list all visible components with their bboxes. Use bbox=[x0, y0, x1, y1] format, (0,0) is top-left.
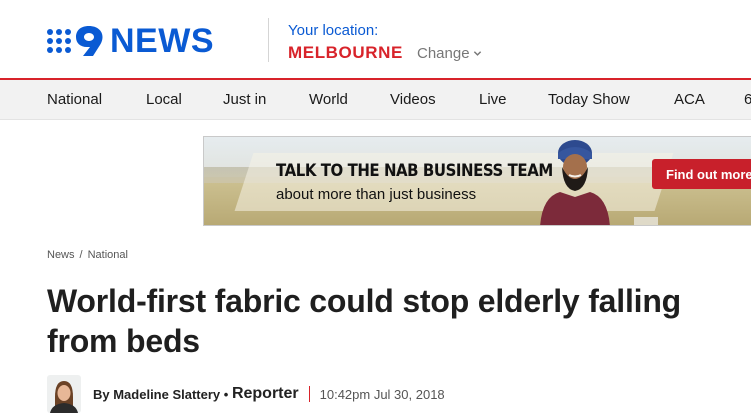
ad-person-image bbox=[540, 140, 610, 225]
nav-item-local[interactable]: Local bbox=[146, 91, 182, 108]
byline-dot: • bbox=[220, 386, 232, 402]
location-label: Your location: bbox=[288, 22, 379, 39]
ad-cta-button[interactable]: Find out more bbox=[652, 159, 751, 189]
breadcrumb-news[interactable]: News bbox=[47, 249, 75, 261]
site-header: NEWS Your location: MELBOURNE Change bbox=[0, 0, 751, 80]
ad-watermark bbox=[634, 217, 658, 225]
breadcrumb-separator: / bbox=[79, 249, 83, 261]
nav-item-national[interactable]: National bbox=[47, 91, 102, 108]
nav-item-aca[interactable]: ACA bbox=[674, 91, 705, 108]
byline-divider bbox=[308, 386, 310, 402]
change-location-label: Change bbox=[417, 45, 470, 62]
author-name[interactable]: By Madeline Slattery bbox=[93, 387, 220, 402]
change-location-button[interactable]: Change bbox=[417, 45, 482, 62]
nav-item-more[interactable]: 6 bbox=[744, 91, 751, 108]
header-divider bbox=[268, 18, 269, 62]
ad-subline: about more than just business bbox=[276, 186, 477, 203]
nav-item-world[interactable]: World bbox=[309, 91, 348, 108]
location-city: MELBOURNE bbox=[288, 43, 403, 62]
nine-news-logo[interactable]: NEWS bbox=[47, 24, 247, 58]
nav-item-videos[interactable]: Videos bbox=[390, 91, 436, 108]
logo-wordmark: NEWS bbox=[110, 22, 214, 60]
ad-headline: TALK TO THE NAB BUSINESS TEAM bbox=[276, 161, 553, 181]
chevron-down-icon bbox=[473, 51, 481, 56]
nav-item-just-in[interactable]: Just in bbox=[223, 91, 266, 108]
advertisement-banner[interactable]: TALK TO THE NAB BUSINESS TEAM about more… bbox=[203, 136, 751, 226]
nine-logo-icon bbox=[47, 29, 71, 53]
avatar[interactable] bbox=[47, 375, 81, 413]
author-role: Reporter bbox=[231, 385, 299, 402]
nine-numeral-icon bbox=[76, 26, 103, 56]
article-byline: By Madeline Slattery • Reporter 10:42pm … bbox=[47, 375, 445, 413]
breadcrumb-national[interactable]: National bbox=[88, 249, 128, 261]
nav-item-live[interactable]: Live bbox=[479, 91, 507, 108]
article-title: World-first fabric could stop elderly fa… bbox=[47, 283, 682, 359]
publish-date: 10:42pm Jul 30, 2018 bbox=[319, 386, 445, 402]
main-nav: National Local Just in World Videos Live… bbox=[0, 80, 751, 120]
nav-item-today-show[interactable]: Today Show bbox=[548, 91, 630, 108]
breadcrumb: News / National bbox=[47, 249, 128, 261]
